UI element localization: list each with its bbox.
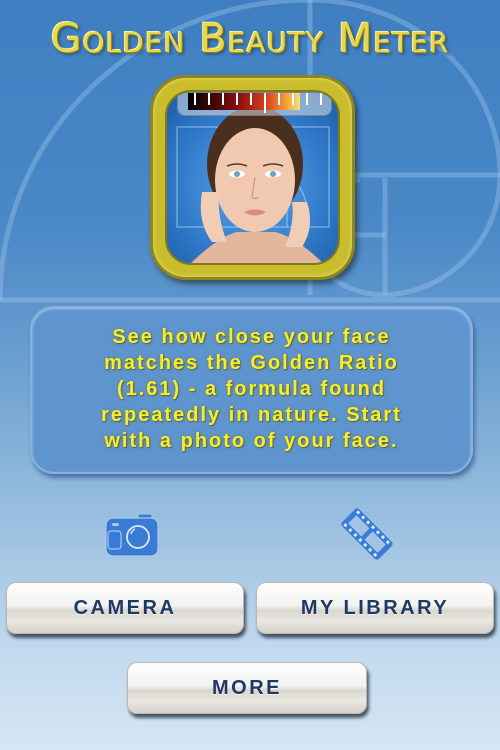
meter-tick [292,93,294,105]
description-line: with a photo of your face. [104,430,399,452]
more-button-label: MORE [212,676,282,699]
my-library-button[interactable]: MY LIBRARY [256,582,494,634]
meter-tick [306,93,308,105]
meter-tick [278,93,280,105]
face-portrait-icon [176,106,330,263]
meter-tick [194,93,196,105]
more-button[interactable]: MORE [127,662,367,714]
meter-tick [236,93,238,105]
description-line: repeatedly in nature. Start [101,404,402,426]
description-text: See how close your face matches the Gold… [32,324,471,454]
camera-button-label: CAMERA [73,596,177,619]
meter-tick [250,93,252,105]
meter-tick [208,93,210,105]
meter-tick [222,93,224,105]
logo-image [165,90,340,265]
description-line: (1.61) - a formula found [116,378,387,400]
description-line: matches the Golden Ratio [104,352,399,374]
app-logo [150,75,355,280]
film-strip-icon[interactable] [340,504,394,564]
my-library-button-label: MY LIBRARY [300,596,450,619]
description-panel: See how close your face matches the Gold… [30,306,473,474]
description-line: See how close your face [112,326,391,348]
meter-gradient [188,93,300,110]
camera-icon[interactable] [104,512,162,560]
meter-tick [264,93,266,113]
beauty-meter-bar [177,92,332,116]
camera-button[interactable]: CAMERA [6,582,244,634]
app-title: Golden Beauty Meter [50,16,450,62]
meter-tick [320,93,322,105]
